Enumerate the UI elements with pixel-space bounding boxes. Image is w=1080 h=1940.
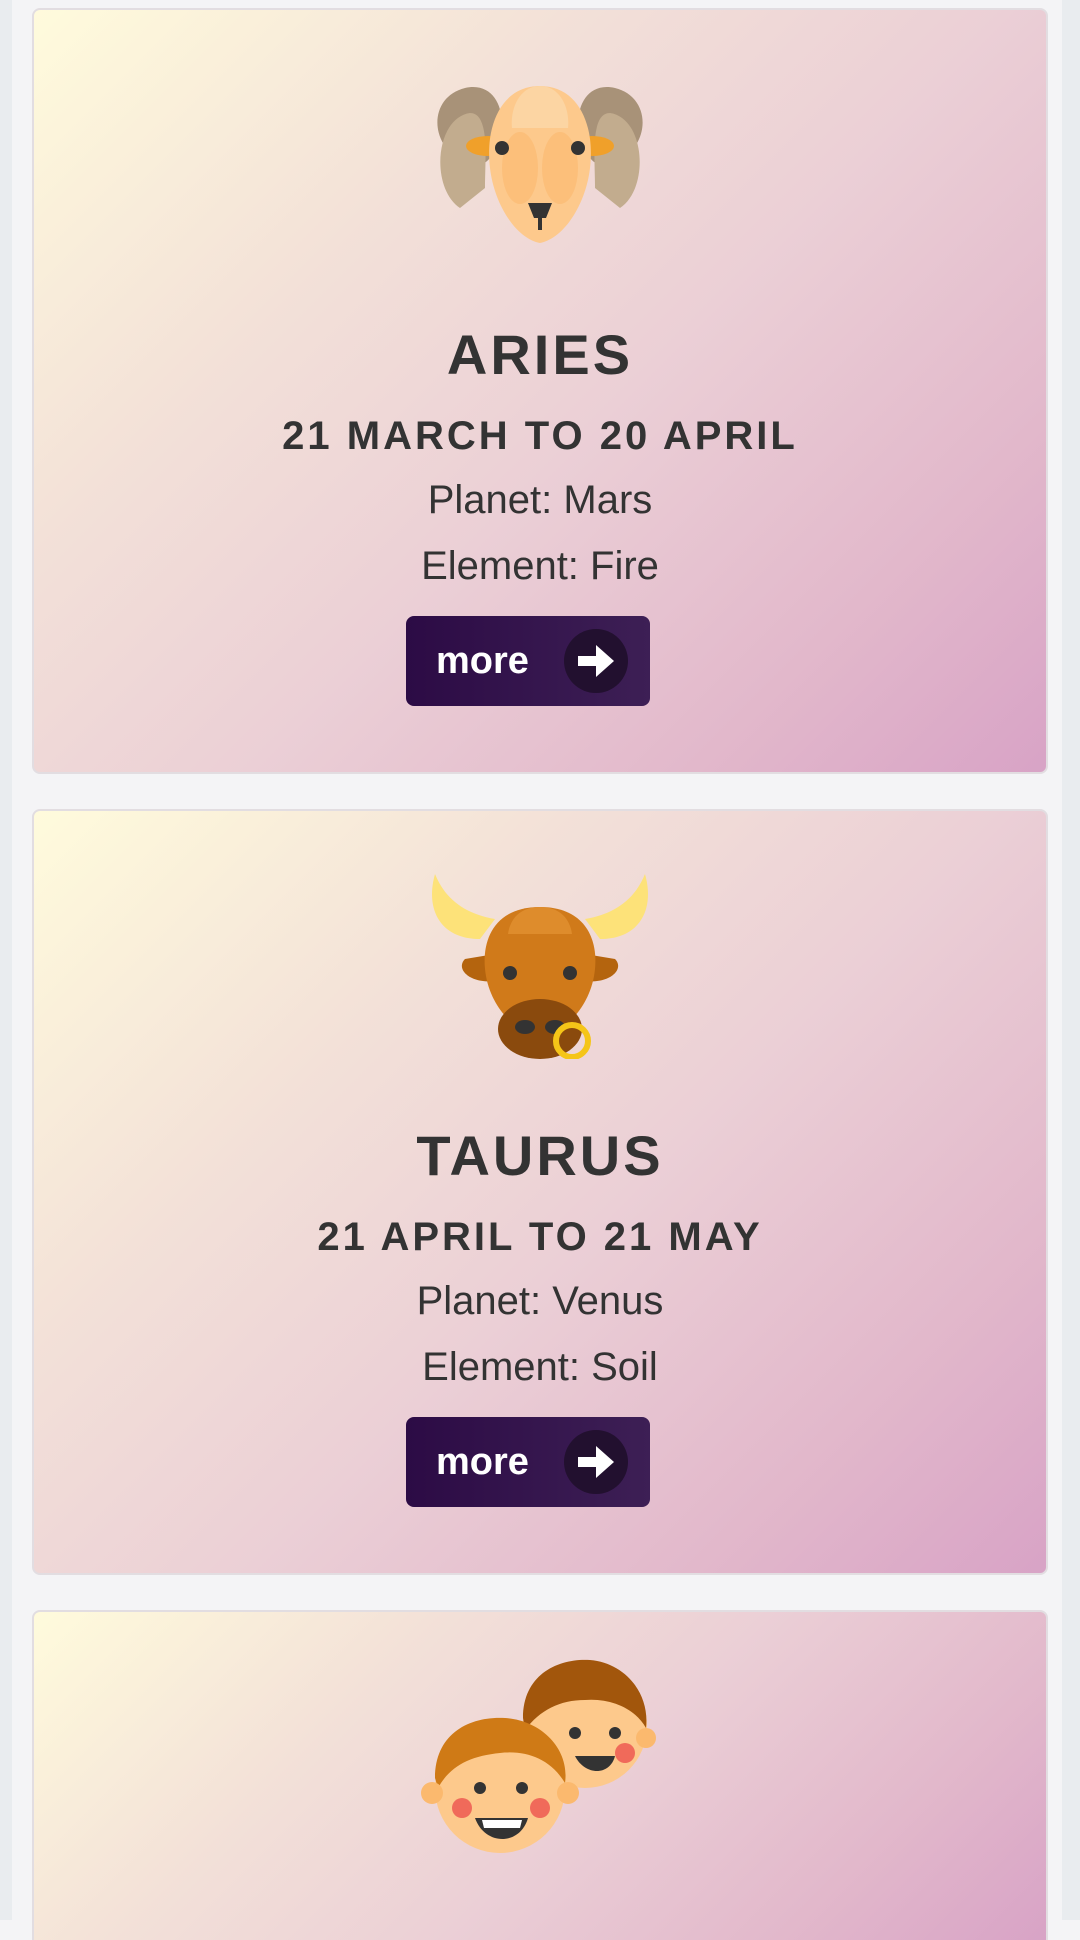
more-button-aries[interactable]: more [406, 616, 650, 706]
twins-icon [421, 1659, 656, 1853]
scrollbar-track[interactable] [1062, 0, 1080, 1920]
more-button-label: more [436, 1440, 529, 1483]
sign-element: Element: Soil [422, 1345, 658, 1389]
left-edge [0, 0, 12, 1920]
sign-dates: 21 MARCH TO 20 APRIL [282, 414, 798, 458]
zodiac-card-aries: ARIES 21 MARCH TO 20 APRIL Planet: Mars … [32, 8, 1048, 774]
arrow-right-icon [564, 629, 628, 693]
more-button-label: more [436, 639, 529, 682]
more-button-taurus[interactable]: more [406, 1417, 650, 1507]
sign-dates: 21 APRIL TO 21 MAY [317, 1215, 763, 1259]
ram-icon [437, 86, 643, 243]
sign-planet: Planet: Venus [416, 1279, 664, 1323]
zodiac-card-gemini [32, 1610, 1048, 1940]
sign-title: TAURUS [416, 1124, 664, 1187]
sign-planet: Planet: Mars [427, 478, 653, 522]
zodiac-card-taurus: TAURUS 21 APRIL TO 21 MAY Planet: Venus … [32, 809, 1048, 1575]
arrow-right-icon [564, 1430, 628, 1494]
bull-icon [432, 874, 648, 1059]
sign-element: Element: Fire [421, 544, 659, 588]
sign-title: ARIES [446, 323, 634, 386]
